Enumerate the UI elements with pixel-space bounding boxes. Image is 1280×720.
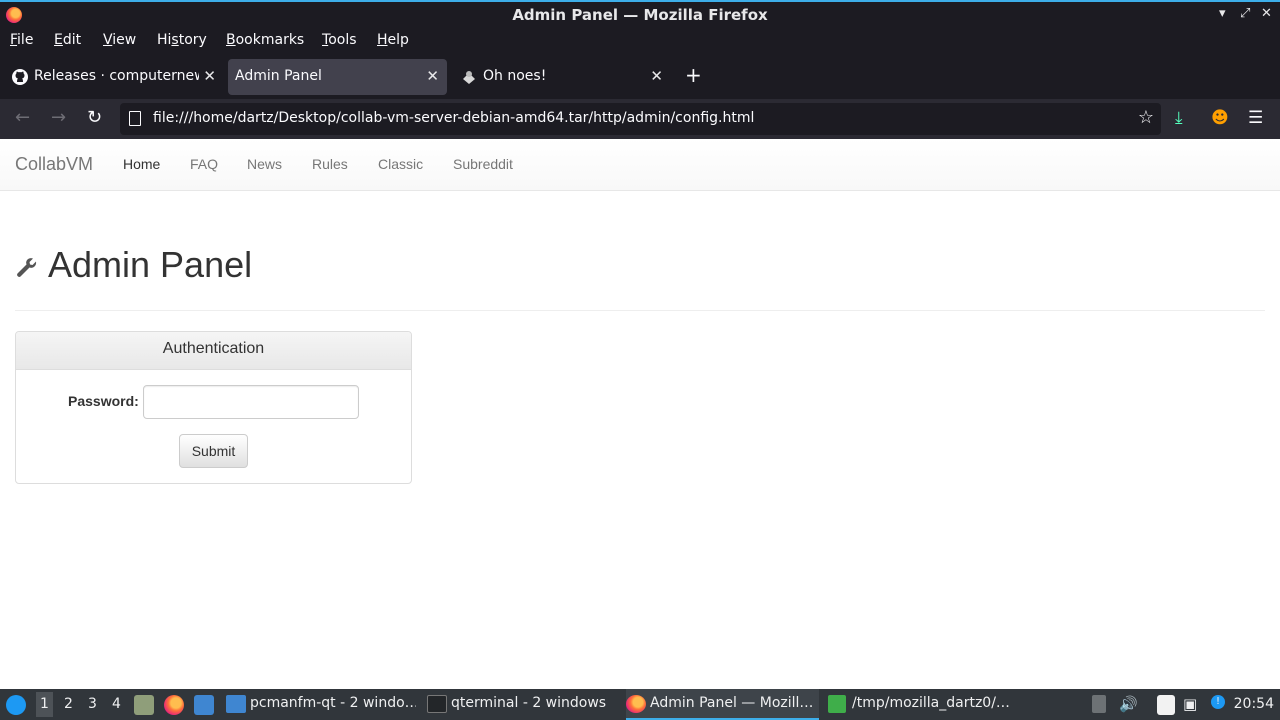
network-icon[interactable]: ▣ <box>1183 695 1197 713</box>
page-content: CollabVM Home FAQ News Rules Classic Sub… <box>0 139 1280 689</box>
forward-button[interactable]: → <box>51 107 66 128</box>
firefox-launcher-icon[interactable] <box>164 695 184 715</box>
window-titlebar: Admin Panel — Mozilla Firefox ▾ ⤢ ✕ <box>0 0 1280 29</box>
wrench-icon <box>17 258 37 277</box>
page-icon <box>129 111 141 126</box>
workspace-4[interactable]: 4 <box>112 696 121 712</box>
nav-rules[interactable]: Rules <box>312 156 348 172</box>
bookmark-star-icon[interactable]: ☆ <box>1138 107 1154 128</box>
maximize-icon[interactable]: ⤢ <box>1240 6 1250 21</box>
navigation-toolbar: ← → ↻ file:///home/dartz/Desktop/collab-… <box>0 99 1280 139</box>
nav-home[interactable]: Home <box>123 156 160 172</box>
nav-classic[interactable]: Classic <box>378 156 423 172</box>
url-bar[interactable]: file:///home/dartz/Desktop/collab-vm-ser… <box>120 103 1161 135</box>
authentication-panel: Authentication Password: Submit <box>15 331 412 484</box>
tab-bar: Releases · computernewb/collab-vm-server… <box>0 54 1280 99</box>
collabvm-icon <box>463 71 475 84</box>
task-qterminal[interactable]: qterminal - 2 windows <box>427 689 607 720</box>
new-tab-button[interactable]: + <box>685 63 702 87</box>
close-tab-icon[interactable]: ✕ <box>203 67 216 85</box>
close-tab-icon[interactable]: ✕ <box>426 67 439 85</box>
nav-faq[interactable]: FAQ <box>190 156 218 172</box>
file-manager-launcher-icon[interactable] <box>134 695 154 715</box>
terminal-icon <box>427 695 447 713</box>
download-icon[interactable]: ⤓ <box>1175 108 1183 128</box>
clipboard-icon[interactable] <box>1157 695 1175 715</box>
submit-button[interactable]: Submit <box>179 434 248 468</box>
page-title: Admin Panel <box>48 244 253 285</box>
page-header: Admin Panel <box>15 242 1265 311</box>
extension-icon[interactable]: ☻ <box>1211 108 1229 128</box>
menu-history[interactable]: History <box>157 32 207 48</box>
github-icon <box>12 69 28 85</box>
archive-icon <box>828 695 846 713</box>
task-label: pcmanfm-qt - 2 windo… <box>250 695 416 711</box>
desktop-launcher-icon[interactable] <box>194 695 214 715</box>
tab-label: Admin Panel <box>235 68 322 84</box>
updates-icon[interactable]: ! <box>1211 695 1225 709</box>
menu-bar: File Edit View History Bookmarks Tools H… <box>0 29 1280 54</box>
reload-button[interactable]: ↻ <box>87 107 102 128</box>
tab-label: Oh noes! <box>483 68 547 84</box>
tab-admin-panel[interactable]: Admin Panel ✕ <box>228 59 447 95</box>
task-label: Admin Panel — Mozill… <box>650 695 814 711</box>
panel-heading: Authentication <box>16 332 411 370</box>
volume-icon[interactable]: 🔊 <box>1119 695 1138 713</box>
site-brand[interactable]: CollabVM <box>15 154 93 175</box>
menu-help[interactable]: Help <box>377 32 409 48</box>
menu-edit[interactable]: Edit <box>54 32 81 48</box>
tab-releases[interactable]: Releases · computernewb/collab-vm-server… <box>2 59 224 95</box>
menu-file[interactable]: File <box>10 32 33 48</box>
menu-tools[interactable]: Tools <box>322 32 357 48</box>
close-tab-icon[interactable]: ✕ <box>650 67 663 85</box>
close-window-icon[interactable]: ✕ <box>1261 6 1272 21</box>
workspace-3[interactable]: 3 <box>88 696 97 712</box>
start-menu-icon[interactable] <box>6 695 26 715</box>
clock: 20:54 <box>1233 696 1274 712</box>
url-text[interactable]: file:///home/dartz/Desktop/collab-vm-ser… <box>153 110 754 126</box>
nav-subreddit[interactable]: Subreddit <box>453 156 513 172</box>
firefox-icon <box>626 695 646 713</box>
task-firefox[interactable]: Admin Panel — Mozill… <box>626 689 819 720</box>
minimize-icon[interactable]: ▾ <box>1219 6 1226 21</box>
password-input[interactable] <box>143 385 359 419</box>
tab-oh-noes[interactable]: Oh noes! ✕ <box>451 59 671 95</box>
nav-news[interactable]: News <box>247 156 282 172</box>
task-label: /tmp/mozilla_dartz0/… <box>852 695 1010 711</box>
workspace-1[interactable]: 1 <box>36 692 53 717</box>
site-navbar: CollabVM Home FAQ News Rules Classic Sub… <box>0 139 1280 191</box>
password-label: Password: <box>68 393 139 409</box>
folder-icon <box>226 695 246 713</box>
hamburger-menu-icon[interactable]: ☰ <box>1248 108 1263 128</box>
taskbar: 1 2 3 4 pcmanfm-qt - 2 windo… qterminal … <box>0 689 1280 720</box>
task-label: qterminal - 2 windows <box>451 695 607 711</box>
tray-notes-icon[interactable] <box>1092 695 1106 713</box>
workspace-2[interactable]: 2 <box>64 696 73 712</box>
tab-label: Releases · computernewb/collab-vm-server <box>34 68 199 84</box>
window-title: Admin Panel — Mozilla Firefox <box>512 6 768 24</box>
menu-bookmarks[interactable]: Bookmarks <box>226 32 304 48</box>
task-pcmanfm[interactable]: pcmanfm-qt - 2 windo… <box>226 689 416 720</box>
task-archive[interactable]: /tmp/mozilla_dartz0/… <box>828 689 1018 720</box>
back-button[interactable]: ← <box>15 107 30 128</box>
menu-view[interactable]: View <box>103 32 136 48</box>
